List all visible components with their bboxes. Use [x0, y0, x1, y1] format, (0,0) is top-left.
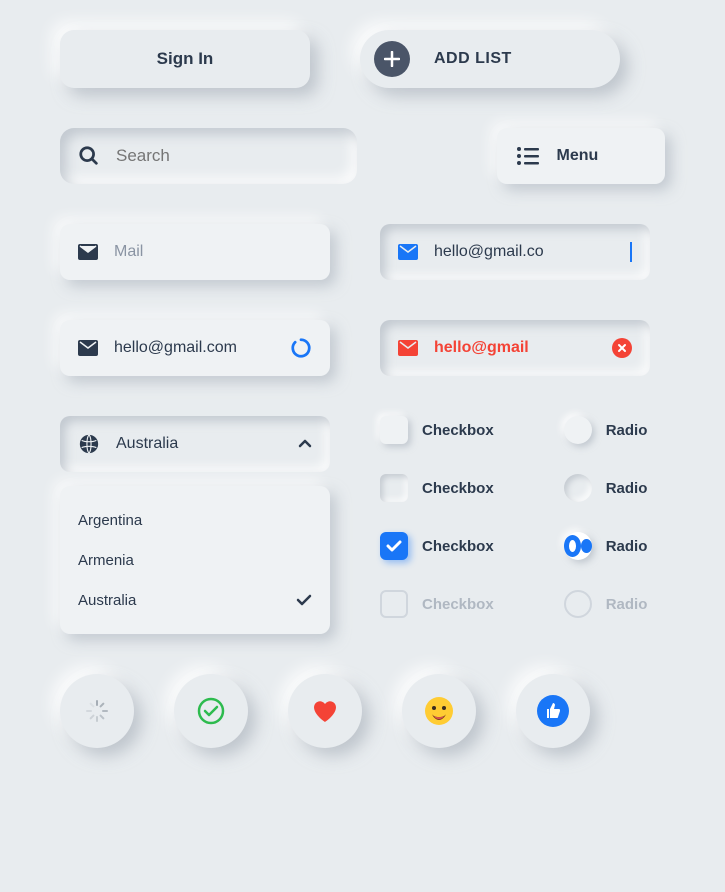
emoji-icon: [424, 696, 454, 726]
check-circle-icon: [196, 696, 226, 726]
mail-value: hello@gmail.com: [114, 339, 274, 357]
mail-input-error[interactable]: hello@gmail: [380, 320, 650, 376]
dropdown-option[interactable]: Australia: [60, 580, 330, 620]
checkbox-label: Checkbox: [422, 480, 494, 497]
mail-icon: [398, 244, 418, 260]
radio-raised[interactable]: [564, 416, 592, 444]
mail-icon: [398, 340, 418, 356]
checkbox-checked[interactable]: [380, 532, 408, 560]
mail-icon: [78, 340, 98, 356]
mail-value: hello@gmail: [434, 339, 596, 357]
mail-icon: [78, 244, 98, 260]
check-icon: [296, 594, 312, 606]
emoji-button[interactable]: [402, 674, 476, 748]
radio-checked[interactable]: [564, 532, 592, 560]
dropdown-list: Argentina Armenia Australia: [60, 486, 330, 634]
like-button[interactable]: [516, 674, 590, 748]
checkbox-label: Checkbox: [422, 538, 494, 555]
radio-label: Radio: [606, 422, 648, 439]
mail-input-typing[interactable]: hello@gmail.co: [380, 224, 650, 280]
radio-inset[interactable]: [564, 474, 592, 502]
checkbox-inset[interactable]: [380, 474, 408, 502]
menu-button[interactable]: Menu: [497, 128, 666, 184]
plus-icon: [374, 41, 410, 77]
checkbox-label: Checkbox: [422, 596, 494, 613]
checkbox-label: Checkbox: [422, 422, 494, 439]
checkbox-disabled: [380, 590, 408, 618]
error-icon[interactable]: [612, 338, 632, 358]
heart-icon: [311, 698, 339, 724]
country-dropdown[interactable]: Australia: [60, 416, 330, 472]
dropdown-option[interactable]: Argentina: [60, 500, 330, 540]
search-input[interactable]: [60, 128, 357, 184]
spinner-icon: [84, 698, 110, 724]
mail-input-empty[interactable]: Mail: [60, 224, 330, 280]
loading-button[interactable]: [60, 674, 134, 748]
search-icon: [78, 145, 100, 167]
signin-label: Sign In: [157, 49, 214, 69]
signin-button[interactable]: Sign In: [60, 30, 310, 88]
addlist-label: ADD LIST: [434, 50, 512, 68]
mail-input-loading[interactable]: hello@gmail.com: [60, 320, 330, 376]
thumbs-up-icon: [536, 694, 570, 728]
globe-icon: [78, 433, 100, 455]
dropdown-selected: Australia: [116, 435, 282, 453]
dropdown-option[interactable]: Armenia: [60, 540, 330, 580]
spinner-icon: [290, 337, 312, 359]
success-button[interactable]: [174, 674, 248, 748]
heart-button[interactable]: [288, 674, 362, 748]
radio-label: Radio: [606, 538, 648, 555]
radio-label: Radio: [606, 596, 648, 613]
menu-icon: [517, 147, 539, 165]
addlist-button[interactable]: ADD LIST: [360, 30, 620, 88]
search-field[interactable]: [116, 146, 339, 166]
mail-value: hello@gmail.co: [434, 243, 613, 261]
menu-label: Menu: [557, 147, 599, 165]
chevron-up-icon: [298, 439, 312, 449]
radio-label: Radio: [606, 480, 648, 497]
text-cursor: [630, 242, 632, 262]
radio-disabled: [564, 590, 592, 618]
checkbox-raised[interactable]: [380, 416, 408, 444]
mail-placeholder: Mail: [114, 243, 312, 261]
